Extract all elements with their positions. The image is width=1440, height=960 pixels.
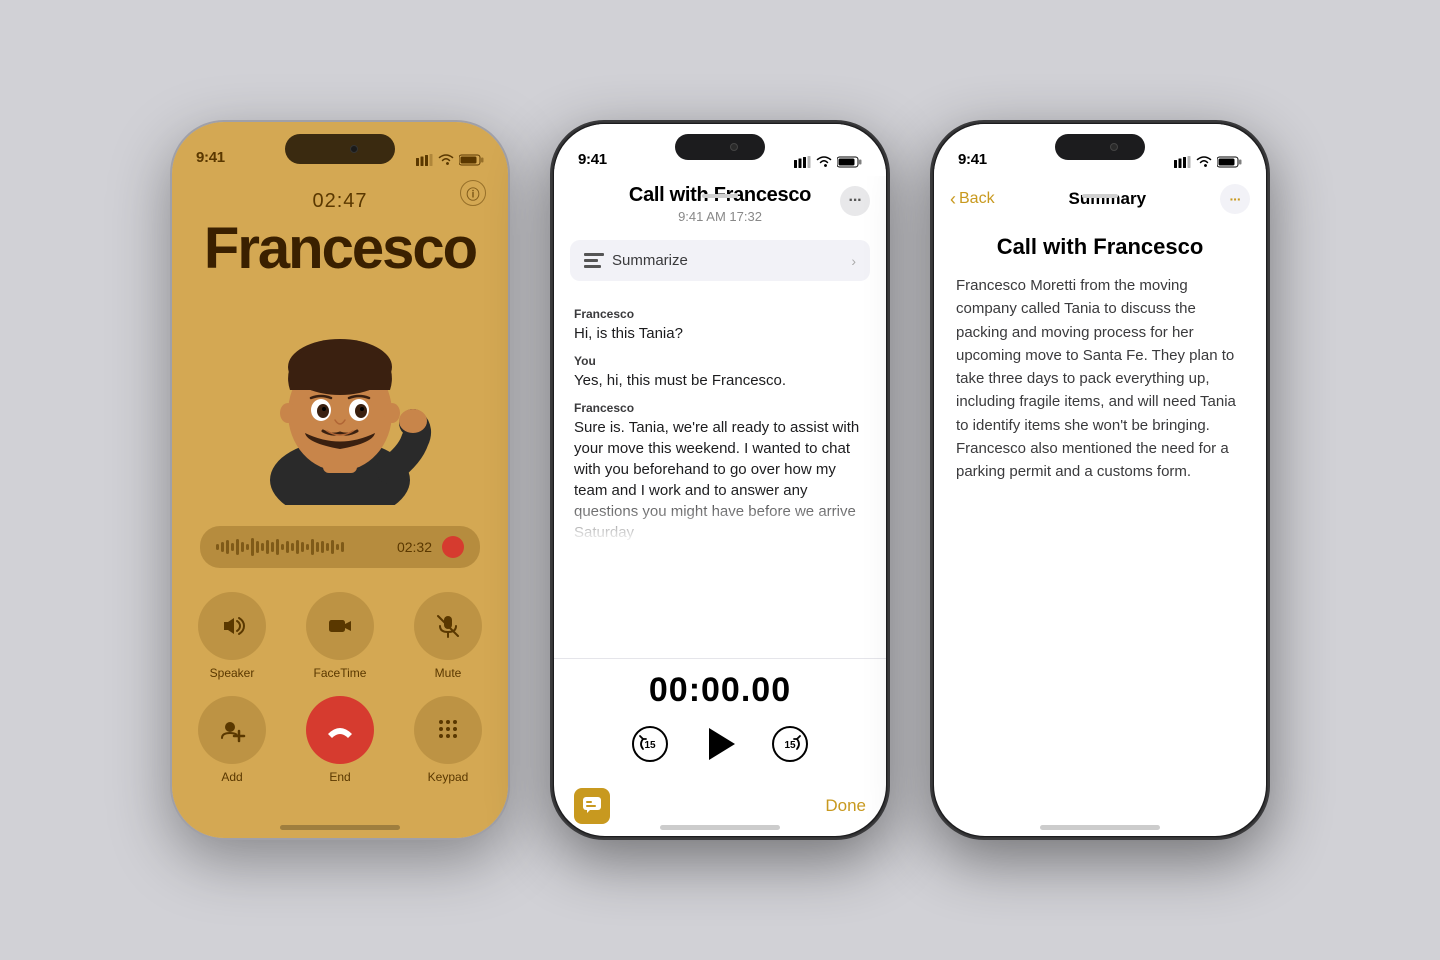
summary-body-section: Call with Francesco Francesco Moretti fr… bbox=[934, 218, 1266, 499]
status-bar-2: 9:41 bbox=[554, 124, 886, 176]
camera-dot-2 bbox=[730, 143, 738, 151]
home-indicator-1 bbox=[280, 825, 400, 830]
summarize-chevron-icon: › bbox=[851, 253, 856, 269]
camera-dot-3 bbox=[1110, 143, 1118, 151]
pull-bar-3 bbox=[1082, 194, 1118, 198]
caller-name: Francesco bbox=[204, 215, 476, 282]
battery-icon bbox=[459, 154, 484, 166]
phone-summary: 9:41 bbox=[930, 120, 1270, 840]
end-button[interactable]: End bbox=[300, 696, 380, 784]
summary-screen: 9:41 bbox=[934, 124, 1266, 836]
signal-icon-2 bbox=[794, 156, 811, 168]
playback-timer: 00:00.00 bbox=[649, 671, 791, 710]
status-icons-2 bbox=[794, 156, 862, 168]
done-button[interactable]: Done bbox=[825, 796, 866, 816]
facetime-label: FaceTime bbox=[314, 666, 367, 680]
status-bar-3: 9:41 bbox=[934, 124, 1266, 176]
chat-bubble-icon[interactable] bbox=[574, 788, 610, 824]
summary-body-text: Francesco Moretti from the moving compan… bbox=[956, 274, 1244, 483]
summary-call-title: Call with Francesco bbox=[956, 234, 1244, 260]
waveform bbox=[216, 538, 387, 556]
status-icons-3 bbox=[1174, 156, 1242, 168]
call-controls-grid: Speaker FaceTime bbox=[192, 592, 488, 784]
back-button[interactable]: ‹ Back bbox=[950, 189, 995, 210]
summary-more-options[interactable]: ··· bbox=[1220, 184, 1250, 214]
back-chevron-icon: ‹ bbox=[950, 189, 956, 210]
battery-icon-3 bbox=[1217, 156, 1242, 168]
speaker-icon bbox=[218, 612, 246, 640]
mute-label: Mute bbox=[435, 666, 462, 680]
dynamic-island-3 bbox=[1055, 134, 1145, 160]
call-duration: 02:47 bbox=[312, 190, 367, 213]
add-icon bbox=[218, 716, 246, 744]
home-indicator-2 bbox=[660, 825, 780, 830]
status-time-2: 9:41 bbox=[578, 151, 607, 168]
back-label: Back bbox=[959, 190, 995, 208]
transcript-header: Call with Francesco 9:41 AM 17:32 ··· bbox=[554, 176, 886, 228]
playback-section: 00:00.00 15 bbox=[554, 658, 886, 780]
mute-button[interactable]: Mute bbox=[408, 592, 488, 680]
svg-text:15: 15 bbox=[784, 740, 796, 751]
end-label: End bbox=[329, 770, 350, 784]
signal-icon-3 bbox=[1174, 156, 1191, 168]
recording-elapsed: 02:32 bbox=[397, 539, 432, 555]
msg-text-2: Sure is. Tania, we're all ready to assis… bbox=[574, 417, 866, 543]
skip-forward-icon: 15 bbox=[771, 725, 809, 763]
msg-speaker-0: Francesco bbox=[574, 307, 866, 321]
end-call-icon bbox=[326, 719, 354, 741]
keypad-label: Keypad bbox=[428, 770, 469, 784]
wifi-icon-3 bbox=[1196, 156, 1212, 168]
play-icon bbox=[709, 728, 735, 760]
bubble-svg bbox=[582, 796, 602, 816]
camera-dot bbox=[350, 145, 358, 153]
info-icon[interactable]: ⓘ bbox=[460, 180, 486, 206]
msg-speaker-2: Francesco bbox=[574, 401, 866, 415]
transcript-screen: 9:41 bbox=[554, 124, 886, 836]
home-indicator-3 bbox=[1040, 825, 1160, 830]
status-time-3: 9:41 bbox=[958, 151, 987, 168]
summary-content: ‹ Back Summary ··· Call with Francesco F… bbox=[934, 124, 1266, 836]
skip-back-button[interactable]: 15 bbox=[630, 724, 670, 764]
dynamic-island-1 bbox=[285, 134, 395, 164]
msg-speaker-1: You bbox=[574, 354, 866, 368]
playback-controls: 15 15 bbox=[630, 722, 810, 766]
memoji-svg bbox=[235, 295, 445, 505]
msg-text-0: Hi, is this Tania? bbox=[574, 323, 866, 344]
signal-icon bbox=[416, 154, 433, 166]
pull-bar-2 bbox=[702, 194, 738, 198]
battery-icon-2 bbox=[837, 156, 862, 168]
more-options-button[interactable]: ··· bbox=[840, 186, 870, 216]
facetime-icon bbox=[326, 612, 354, 640]
facetime-button[interactable]: FaceTime bbox=[300, 592, 380, 680]
status-icons-1 bbox=[416, 154, 484, 166]
status-time-1: 9:41 bbox=[196, 149, 225, 166]
memoji-avatar bbox=[230, 290, 450, 510]
wifi-icon-2 bbox=[816, 156, 832, 168]
keypad-icon bbox=[436, 718, 460, 742]
keypad-button[interactable]: Keypad bbox=[408, 696, 488, 784]
speaker-label: Speaker bbox=[210, 666, 255, 680]
recording-bar[interactable]: 02:32 bbox=[200, 526, 480, 568]
add-button[interactable]: Add bbox=[192, 696, 272, 784]
speaker-button[interactable]: Speaker bbox=[192, 592, 272, 680]
dynamic-island-2 bbox=[675, 134, 765, 160]
mute-icon bbox=[434, 612, 462, 640]
nav-title: Summary bbox=[1069, 189, 1146, 209]
transcript-messages: Francesco Hi, is this Tania? You Yes, hi… bbox=[554, 289, 886, 658]
phone-transcript: 9:41 bbox=[550, 120, 890, 840]
phone-active-call: 9:41 bbox=[170, 120, 510, 840]
skip-forward-button[interactable]: 15 bbox=[770, 724, 810, 764]
summarize-button[interactable]: Summarize › bbox=[570, 240, 870, 281]
transcript-subtitle: 9:41 AM 17:32 bbox=[594, 209, 846, 224]
summarize-label: Summarize bbox=[612, 252, 843, 269]
play-button[interactable] bbox=[698, 722, 742, 766]
summarize-icon bbox=[584, 253, 604, 269]
wifi-icon bbox=[438, 154, 454, 166]
add-label: Add bbox=[221, 770, 242, 784]
msg-text-1: Yes, hi, this must be Francesco. bbox=[574, 370, 866, 391]
transcript-content: Call with Francesco 9:41 AM 17:32 ··· Su… bbox=[554, 124, 886, 836]
svg-text:15: 15 bbox=[644, 740, 656, 751]
skip-back-icon: 15 bbox=[631, 725, 669, 763]
recording-indicator bbox=[442, 536, 464, 558]
